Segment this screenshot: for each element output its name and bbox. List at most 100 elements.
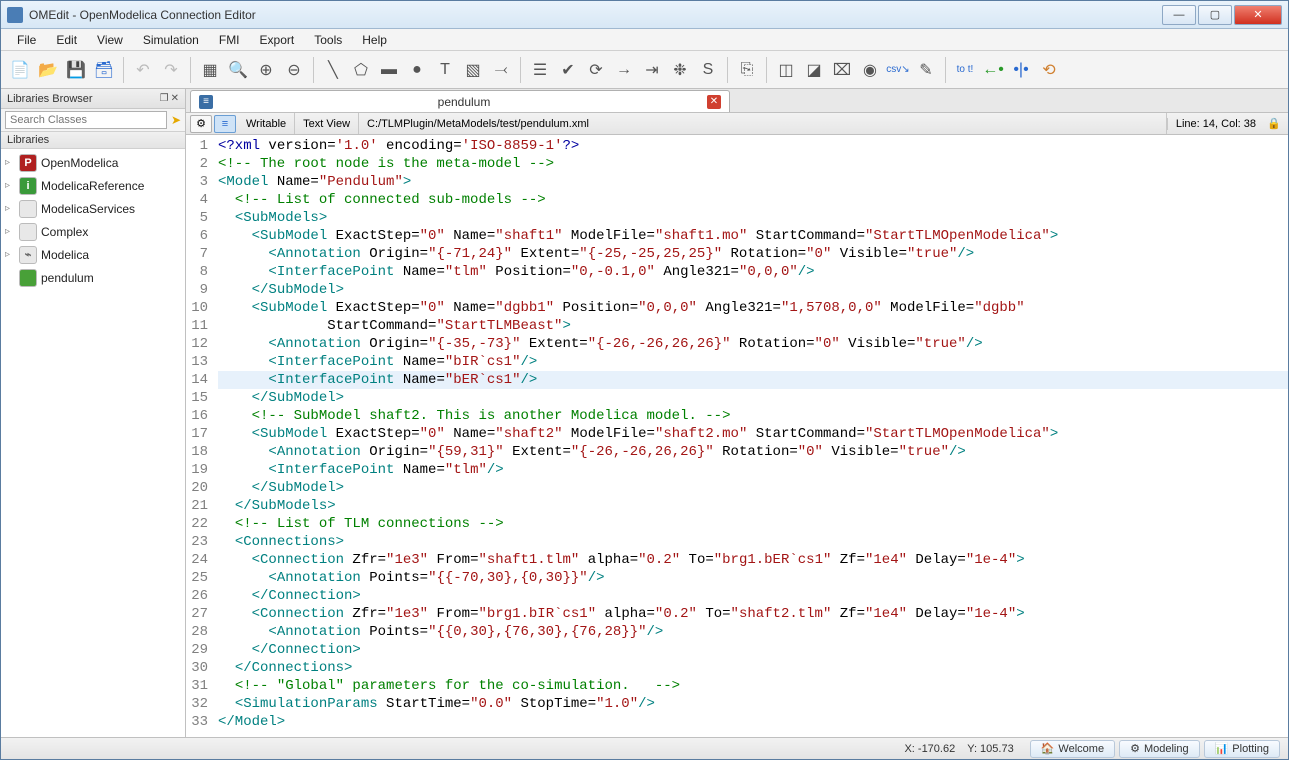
tab-pendulum[interactable]: ≡ pendulum ✕ xyxy=(190,90,730,112)
grid-icon[interactable]: ▦ xyxy=(197,57,223,83)
rect-icon[interactable]: ▬ xyxy=(376,57,402,83)
sidebar-close-icon[interactable]: ✕ xyxy=(171,93,179,104)
code-line-26[interactable]: </Connection> xyxy=(218,587,1288,605)
check-model-icon[interactable]: ☰ xyxy=(527,57,553,83)
tlm-disconnect-icon[interactable]: •|• xyxy=(1008,57,1034,83)
export-fmu-icon[interactable]: ⎘ xyxy=(734,57,760,83)
new-file-icon[interactable]: 📄 xyxy=(7,57,33,83)
tlm-connect-icon[interactable]: ←• xyxy=(980,57,1006,83)
simulate-icon[interactable]: → xyxy=(611,57,637,83)
code-line-31[interactable]: <!-- "Global" parameters for the co-simu… xyxy=(218,677,1288,695)
zoom-reset-icon[interactable]: 🔍 xyxy=(225,57,251,83)
text-icon[interactable]: T xyxy=(432,57,458,83)
zoom-out-icon[interactable]: ⊖ xyxy=(281,57,307,83)
ellipse-icon[interactable]: ● xyxy=(404,57,430,83)
simulate-opt-icon[interactable]: ⇥ xyxy=(639,57,665,83)
check-ok-icon[interactable]: ✔ xyxy=(555,57,581,83)
tree-item-modelicaservices[interactable]: ▹ModelicaServices xyxy=(1,197,185,220)
code-line-28[interactable]: <Annotation Points="{{0,30},{76,30},{76,… xyxy=(218,623,1288,641)
search-go-icon[interactable]: ➤ xyxy=(171,113,181,127)
save-icon[interactable]: 💾 xyxy=(63,57,89,83)
code-line-12[interactable]: <Annotation Origin="{-35,-73}" Extent="{… xyxy=(218,335,1288,353)
refresh-icon[interactable]: ⟲ xyxy=(1036,57,1062,83)
instantiate-icon[interactable]: ⟳ xyxy=(583,57,609,83)
menu-simulation[interactable]: Simulation xyxy=(133,31,209,49)
bitmap-icon[interactable]: ▧ xyxy=(460,57,486,83)
undock-icon[interactable]: ❐ xyxy=(160,93,169,104)
code-line-13[interactable]: <InterfacePoint Name="bIR`cs1"/> xyxy=(218,353,1288,371)
s-icon[interactable]: S xyxy=(695,57,721,83)
code-line-4[interactable]: <!-- List of connected sub-models --> xyxy=(218,191,1288,209)
open-file-icon[interactable]: 📂 xyxy=(35,57,61,83)
code-line-3[interactable]: <Model Name="Pendulum"> xyxy=(218,173,1288,191)
code-line-25[interactable]: <Annotation Points="{{-70,30},{0,30}}"/> xyxy=(218,569,1288,587)
spiral-icon[interactable]: ◉ xyxy=(857,57,883,83)
tab-close-icon[interactable]: ✕ xyxy=(707,95,721,109)
code-line-11[interactable]: StartCommand="StartTLMBeast"> xyxy=(218,317,1288,335)
menu-file[interactable]: File xyxy=(7,31,46,49)
minimize-button[interactable]: — xyxy=(1162,5,1196,25)
line-icon[interactable]: ╲ xyxy=(320,57,346,83)
code-content[interactable]: <?xml version='1.0' encoding='ISO-8859-1… xyxy=(214,135,1288,737)
search-input[interactable] xyxy=(5,111,167,129)
code-line-6[interactable]: <SubModel ExactStep="0" Name="shaft1" Mo… xyxy=(218,227,1288,245)
menu-export[interactable]: Export xyxy=(250,31,305,49)
plotting-button[interactable]: 📊Plotting xyxy=(1204,740,1280,758)
code-line-10[interactable]: <SubModel ExactStep="0" Name="dgbb1" Pos… xyxy=(218,299,1288,317)
code-line-32[interactable]: <SimulationParams StartTime="0.0" StopTi… xyxy=(218,695,1288,713)
code-line-1[interactable]: <?xml version='1.0' encoding='ISO-8859-1… xyxy=(218,137,1288,155)
code-line-33[interactable]: </Model> xyxy=(218,713,1288,731)
menu-tools[interactable]: Tools xyxy=(304,31,352,49)
code-line-30[interactable]: </Connections> xyxy=(218,659,1288,677)
new-parametric-icon[interactable]: ◪ xyxy=(801,57,827,83)
code-line-14[interactable]: <InterfacePoint Name="bER`cs1"/> xyxy=(218,371,1288,389)
new-plot-icon[interactable]: ◫ xyxy=(773,57,799,83)
zoom-in-icon[interactable]: ⊕ xyxy=(253,57,279,83)
libraries-tree[interactable]: ▹POpenModelica▹iModelicaReference▹Modeli… xyxy=(1,149,185,737)
tree-item-openmodelica[interactable]: ▹POpenModelica xyxy=(1,151,185,174)
code-line-5[interactable]: <SubModels> xyxy=(218,209,1288,227)
tree-item-complex[interactable]: ▹Complex xyxy=(1,220,185,243)
diagram-view-icon[interactable]: ⚙ xyxy=(190,115,212,133)
code-line-20[interactable]: </SubModel> xyxy=(218,479,1288,497)
code-line-18[interactable]: <Annotation Origin="{59,31}" Extent="{-2… xyxy=(218,443,1288,461)
save-all-icon[interactable]: 🗃 xyxy=(91,57,117,83)
tlm-sim-icon[interactable]: to t! xyxy=(952,57,978,83)
code-line-7[interactable]: <Annotation Origin="{-71,24}" Extent="{-… xyxy=(218,245,1288,263)
code-line-29[interactable]: </Connection> xyxy=(218,641,1288,659)
code-line-21[interactable]: </SubModels> xyxy=(218,497,1288,515)
code-line-19[interactable]: <InterfacePoint Name="tlm"/> xyxy=(218,461,1288,479)
redo-icon[interactable]: ↷ xyxy=(158,57,184,83)
polygon-icon[interactable]: ⬠ xyxy=(348,57,374,83)
clear-icon[interactable]: ✎ xyxy=(913,57,939,83)
modeling-button[interactable]: ⚙Modeling xyxy=(1119,740,1200,758)
close-button[interactable]: ✕ xyxy=(1234,5,1282,25)
code-line-8[interactable]: <InterfacePoint Name="tlm" Position="0,-… xyxy=(218,263,1288,281)
menu-edit[interactable]: Edit xyxy=(46,31,87,49)
code-line-24[interactable]: <Connection Zfr="1e3" From="shaft1.tlm" … xyxy=(218,551,1288,569)
code-line-17[interactable]: <SubModel ExactStep="0" Name="shaft2" Mo… xyxy=(218,425,1288,443)
maximize-button[interactable]: ▢ xyxy=(1198,5,1232,25)
welcome-button[interactable]: 🏠Welcome xyxy=(1030,740,1115,758)
clear-plot-icon[interactable]: ⌧ xyxy=(829,57,855,83)
code-line-2[interactable]: <!-- The root node is the meta-model --> xyxy=(218,155,1288,173)
simulate-ani-icon[interactable]: ❉ xyxy=(667,57,693,83)
code-line-9[interactable]: </SubModel> xyxy=(218,281,1288,299)
tab-bar: ≡ pendulum ✕ xyxy=(186,89,1288,113)
export-csv-icon[interactable]: csv↘ xyxy=(885,57,911,83)
code-line-15[interactable]: </SubModel> xyxy=(218,389,1288,407)
undo-icon[interactable]: ↶ xyxy=(130,57,156,83)
code-line-27[interactable]: <Connection Zfr="1e3" From="brg1.bIR`cs1… xyxy=(218,605,1288,623)
connect-icon[interactable]: ⤙ xyxy=(488,57,514,83)
code-line-23[interactable]: <Connections> xyxy=(218,533,1288,551)
code-line-16[interactable]: <!-- SubModel shaft2. This is another Mo… xyxy=(218,407,1288,425)
tree-item-modelicareference[interactable]: ▹iModelicaReference xyxy=(1,174,185,197)
tree-item-pendulum[interactable]: pendulum xyxy=(1,266,185,289)
menu-help[interactable]: Help xyxy=(352,31,397,49)
text-view-icon[interactable]: ≡ xyxy=(214,115,236,133)
code-line-22[interactable]: <!-- List of TLM connections --> xyxy=(218,515,1288,533)
code-editor[interactable]: 1234567891011121314151617181920212223242… xyxy=(186,135,1288,737)
menu-view[interactable]: View xyxy=(87,31,133,49)
tree-item-modelica[interactable]: ▹⌁Modelica xyxy=(1,243,185,266)
menu-fmi[interactable]: FMI xyxy=(209,31,250,49)
